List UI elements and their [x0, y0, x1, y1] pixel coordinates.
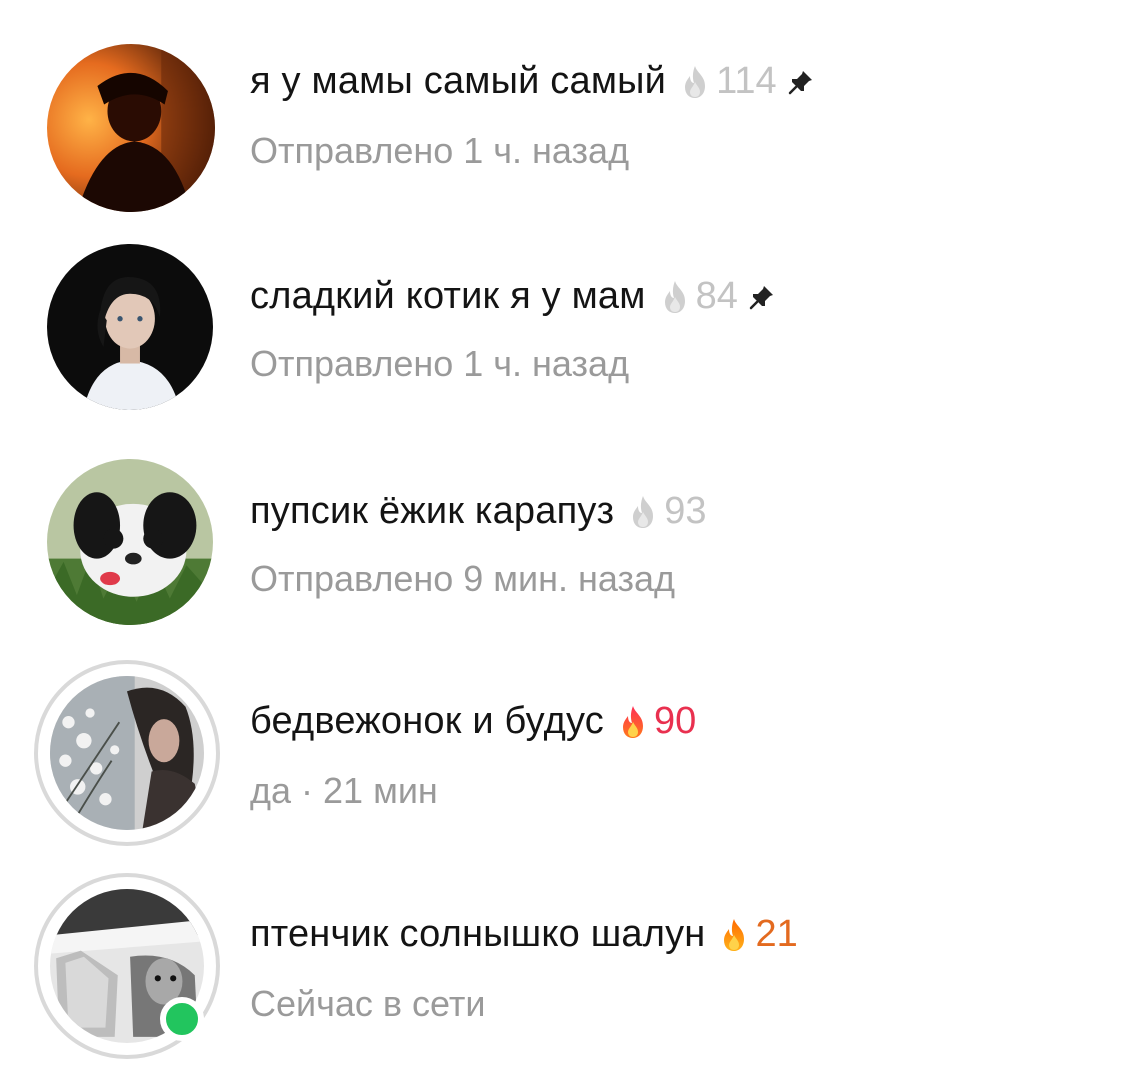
chat-name: бедвежонок и будус — [250, 700, 604, 742]
story-ring[interactable] — [34, 660, 220, 846]
chat-list: я у мамы самый самый 114 Отправлено 1 ч.… — [0, 0, 1140, 1080]
streak-flame-icon — [618, 704, 648, 740]
chat-name: птенчик солнышко шалун — [250, 913, 706, 955]
streak-flame-icon — [680, 64, 710, 100]
chat-status: Отправлено 1 ч. назад — [250, 343, 630, 384]
pin-icon — [787, 68, 815, 96]
chat-status: Отправлено 1 ч. назад — [250, 130, 630, 171]
avatar-dark-orange-portrait-icon — [47, 44, 215, 212]
chat-row[interactable]: сладкий котик я у мам 84 Отправлено 1 ч.… — [0, 230, 1140, 430]
streak-flame-icon — [628, 494, 658, 530]
chat-status: Отправлено 9 мин. назад — [250, 558, 676, 599]
online-indicator — [160, 997, 204, 1041]
avatar[interactable] — [47, 44, 215, 212]
chat-name: пупсик ёжик карапуз — [250, 490, 615, 532]
streak-count: 114 — [716, 60, 777, 102]
streak-count: 93 — [664, 490, 707, 532]
chat-row[interactable]: я у мамы самый самый 114 Отправлено 1 ч.… — [0, 15, 1140, 215]
chat-title-line: пупсик ёжик карапуз 93 — [250, 490, 706, 533]
chat-title-line: птенчик солнышко шалун 21 — [250, 913, 798, 956]
pin-icon — [748, 283, 776, 311]
chat-title-line: сладкий котик я у мам 84 — [250, 275, 776, 318]
streak-count: 90 — [653, 700, 697, 742]
avatar-boy-white-shirt-icon — [47, 244, 213, 410]
streak-count: 84 — [695, 275, 738, 317]
chat-status: да · 21 мин — [250, 770, 438, 811]
streak-flame-icon — [660, 279, 690, 315]
chat-row[interactable]: пупсик ёжик карапуз 93 Отправлено 9 мин.… — [0, 445, 1140, 645]
chat-name: сладкий котик я у мам — [250, 275, 646, 317]
chat-row[interactable]: бедвежонок и будус 90 да · 21 мин — [0, 660, 1140, 860]
streak-flame-icon — [719, 917, 749, 953]
avatar[interactable] — [50, 676, 204, 830]
avatar[interactable] — [47, 244, 213, 410]
streak-count: 21 — [755, 913, 798, 955]
avatar-girl-flowers-icon — [50, 676, 204, 830]
chat-title-line: бедвежонок и будус 90 — [250, 700, 696, 743]
avatar-small-dog-icon — [47, 459, 213, 625]
chat-name: я у мамы самый самый — [250, 60, 667, 102]
avatar[interactable] — [47, 459, 213, 625]
chat-status: Сейчас в сети — [250, 983, 486, 1024]
chat-title-line: я у мамы самый самый 114 — [250, 60, 815, 103]
chat-row[interactable]: птенчик солнышко шалун 21 Сейчас в сети — [0, 873, 1140, 1073]
